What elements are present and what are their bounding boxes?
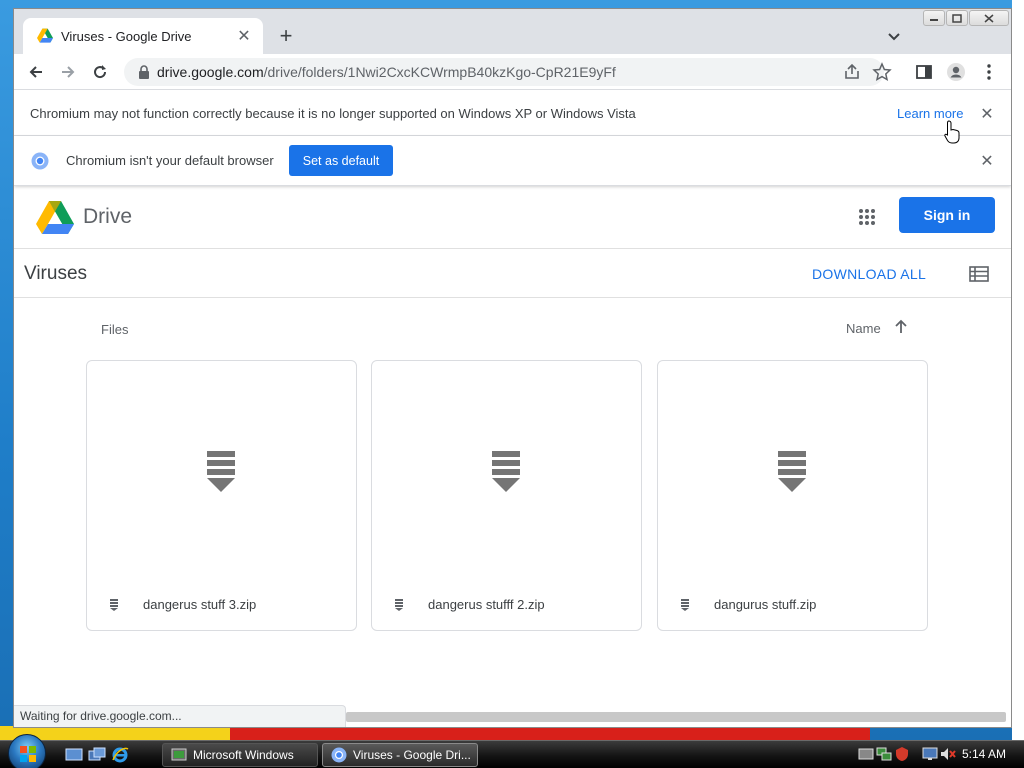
drive-header: Drive Sign in: [14, 187, 1011, 249]
task-label: Viruses - Google Dri...: [353, 748, 471, 762]
tab-close-icon[interactable]: ✕: [235, 26, 253, 46]
taskbar-item-viruses-google-drive[interactable]: Viruses - Google Dri...: [322, 743, 478, 767]
google-apps-grid-icon[interactable]: [857, 207, 877, 227]
zip-icon: [492, 451, 520, 492]
reload-icon: [94, 65, 107, 79]
file-card-footer: dangurus stuff.zip: [658, 596, 927, 616]
file-name: dangerus stuff 3.zip: [143, 597, 257, 612]
new-tab-button[interactable]: +: [272, 23, 300, 51]
google-drive-icon: [37, 28, 53, 43]
vm-icon: [171, 748, 187, 761]
sort-by-name[interactable]: Name: [846, 321, 881, 336]
profile-avatar-icon[interactable]: [946, 62, 966, 82]
back-arrow-icon: [29, 66, 42, 78]
desktop-edge: [1012, 0, 1024, 740]
sort-ascending-arrow-icon[interactable]: [893, 319, 909, 335]
network-tray-icon[interactable]: [876, 746, 892, 762]
unsupported-os-message: Chromium may not function correctly beca…: [30, 106, 636, 121]
tab-title: Viruses - Google Drive: [61, 28, 192, 44]
file-card[interactable]: dangerus stufff 2.zip: [371, 360, 642, 631]
file-name: dangerus stufff 2.zip: [428, 597, 545, 612]
folder-bar: Viruses DOWNLOAD ALL: [14, 249, 1011, 298]
zip-icon: [681, 599, 689, 611]
hand-cursor-icon: [944, 120, 960, 144]
browser-toolbar: drive.google.com/drive/folders/1Nwi2CxcK…: [14, 54, 1011, 90]
infobar-close-icon[interactable]: ✕: [979, 151, 995, 171]
zip-icon: [207, 451, 235, 492]
system-clock[interactable]: 5:14 AM: [962, 747, 1006, 761]
file-card[interactable]: dangurus stuff.zip: [657, 360, 928, 631]
url-host: drive.google.com: [157, 64, 264, 80]
taskbar: Microsoft Windows Viruses - Google Dri..…: [0, 734, 1024, 768]
learn-more-link[interactable]: Learn more: [897, 106, 963, 121]
status-bubble: Waiting for drive.google.com...: [14, 705, 346, 727]
default-browser-infobar: Chromium isn't your default browser Set …: [14, 136, 1011, 186]
browser-window: Viruses - Google Drive ✕ + drive.google.…: [13, 8, 1012, 728]
internet-explorer-icon[interactable]: [111, 746, 129, 764]
url-text: drive.google.com/drive/folders/1Nwi2CxcK…: [157, 64, 616, 80]
sign-in-button[interactable]: Sign in: [899, 197, 995, 233]
display-tray-icon[interactable]: [922, 746, 938, 762]
back-button[interactable]: [24, 60, 48, 84]
reload-button[interactable]: [88, 60, 112, 84]
tab-strip: Viruses - Google Drive ✕ +: [14, 9, 1011, 54]
forward-arrow-icon: [62, 66, 75, 78]
volume-muted-icon[interactable]: [940, 746, 956, 762]
maximize-button[interactable]: [946, 10, 968, 26]
task-label: Microsoft Windows: [193, 748, 294, 762]
close-window-button[interactable]: [969, 10, 1009, 26]
minimize-icon: [930, 19, 938, 21]
tab-viruses-google-drive[interactable]: Viruses - Google Drive ✕: [23, 18, 263, 54]
forward-button[interactable]: [56, 60, 80, 84]
address-bar[interactable]: drive.google.com/drive/folders/1Nwi2CxcK…: [124, 58, 892, 86]
folder-title: Viruses: [24, 263, 88, 284]
zip-icon: [778, 451, 806, 492]
switch-windows-icon[interactable]: [88, 746, 106, 764]
file-card-footer: dangerus stufff 2.zip: [372, 596, 641, 616]
infobar-close-icon[interactable]: ✕: [979, 104, 995, 124]
maximize-icon: [952, 13, 962, 23]
chromium-icon: [31, 152, 49, 170]
bookmark-star-icon[interactable]: [872, 62, 892, 82]
google-drive-logo-icon[interactable]: [36, 201, 74, 235]
show-desktop-icon[interactable]: [65, 746, 83, 764]
horizontal-scrollbar[interactable]: [346, 712, 1006, 722]
window-controls: [923, 10, 1009, 26]
chromium-icon: [331, 747, 347, 763]
security-tray-icon[interactable]: [894, 746, 910, 762]
taskbar-item-microsoft-windows[interactable]: Microsoft Windows: [162, 743, 318, 767]
start-button[interactable]: [8, 734, 46, 768]
drive-app-name: Drive: [83, 205, 133, 228]
set-as-default-button[interactable]: Set as default: [289, 145, 393, 176]
url-path: /drive/folders/1Nwi2CxcKCWrmpB40kzKgo-Cp…: [263, 64, 616, 80]
unsupported-os-infobar: Chromium may not function correctly beca…: [14, 91, 1011, 136]
zip-icon: [110, 599, 118, 611]
windows-logo-icon: [20, 746, 36, 762]
minimize-button[interactable]: [923, 10, 945, 26]
vm-tools-tray-icon[interactable]: [858, 746, 874, 762]
file-card[interactable]: dangerus stuff 3.zip: [86, 360, 357, 631]
more-menu-icon[interactable]: [979, 62, 999, 82]
list-view-icon[interactable]: [969, 265, 989, 283]
file-card-footer: dangerus stuff 3.zip: [87, 596, 356, 616]
side-panel-icon[interactable]: [914, 62, 934, 82]
files-section-label: Files: [101, 322, 129, 337]
wallpaper-strip-red: [230, 726, 870, 740]
default-browser-message: Chromium isn't your default browser: [66, 153, 274, 168]
lock-icon: [139, 65, 149, 79]
tab-search-chevron-icon[interactable]: [884, 27, 904, 47]
file-name: dangurus stuff.zip: [714, 597, 817, 612]
close-icon: [984, 13, 994, 23]
zip-icon: [395, 599, 403, 611]
download-all-button[interactable]: DOWNLOAD ALL: [812, 266, 926, 282]
share-icon[interactable]: [842, 62, 862, 82]
status-text: Waiting for drive.google.com...: [20, 709, 182, 723]
